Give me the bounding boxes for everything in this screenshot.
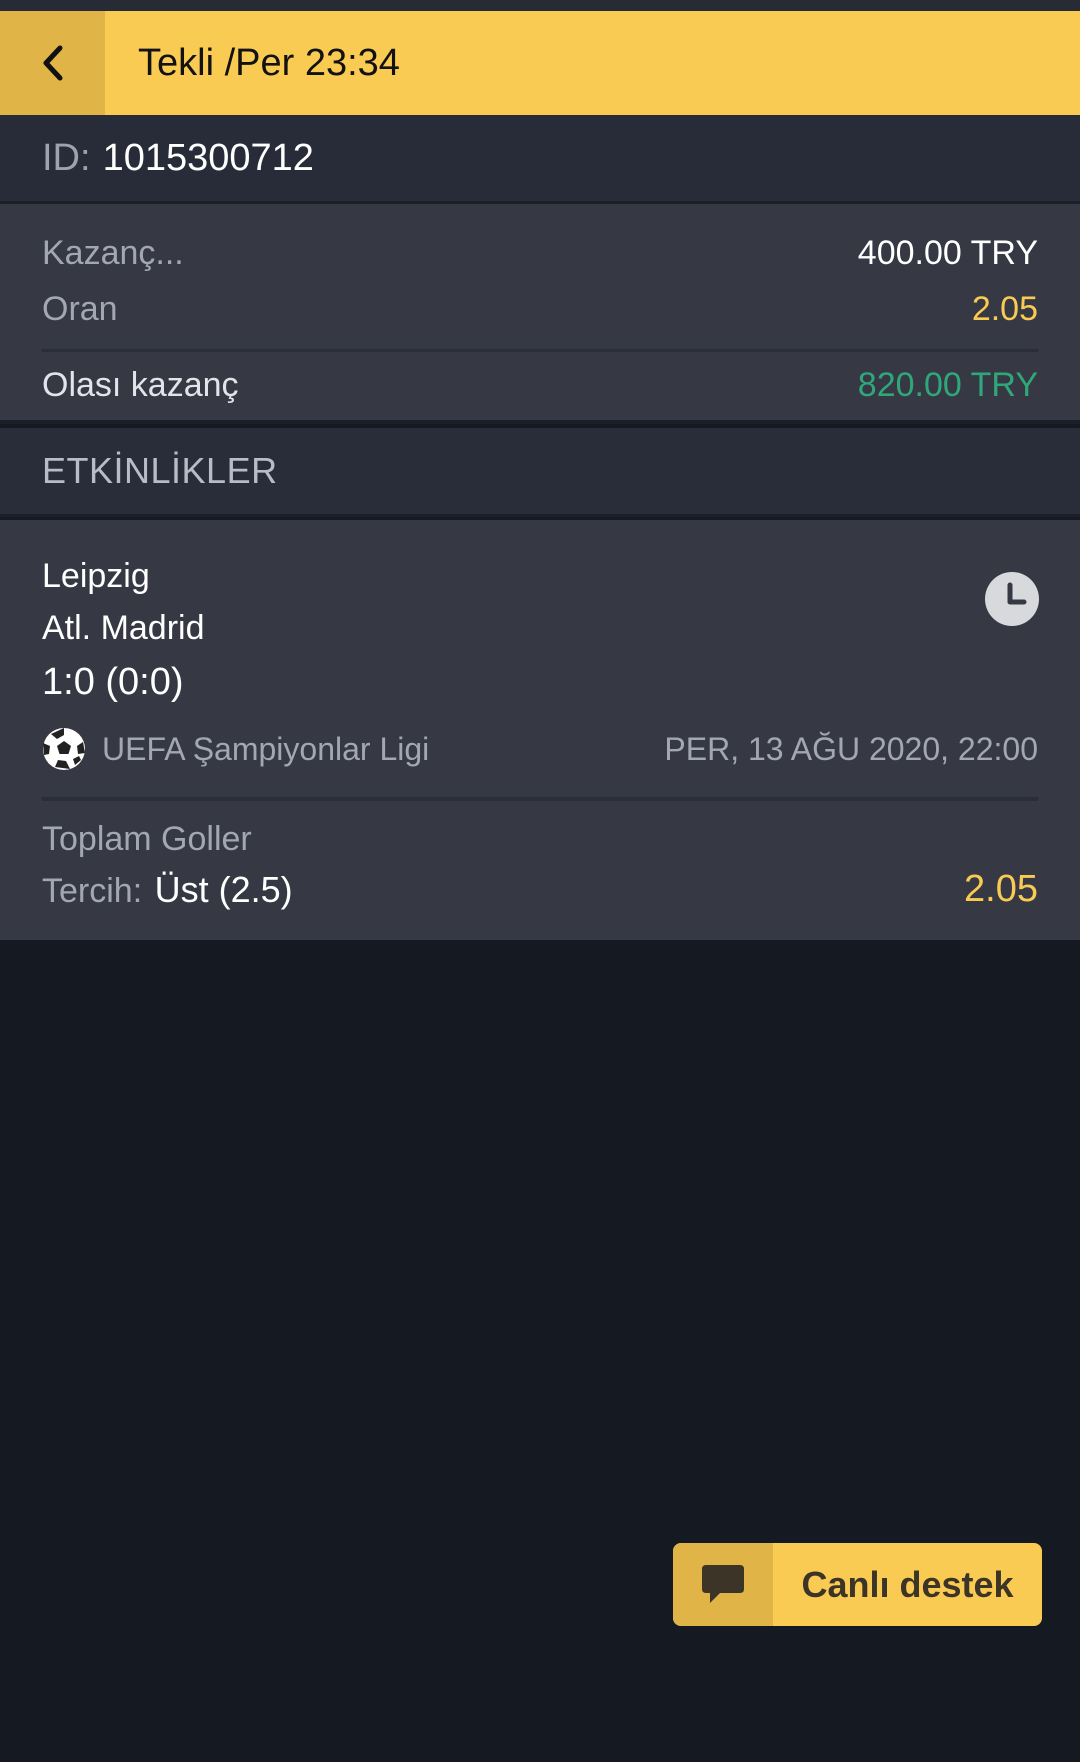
stake-label: Kazanç... [42, 234, 184, 272]
league-name: UEFA Şampiyonlar Ligi [102, 730, 430, 767]
header-bar: Tekli /Per 23:34 [0, 11, 1080, 115]
selection-value: Üst (2.5) [154, 868, 293, 910]
odds-value: 2.05 [971, 290, 1038, 328]
potential-win-row: Olası kazanç 820.00 TRY [42, 366, 1038, 405]
stake-row: Kazanç... 400.00 TRY [42, 234, 1038, 273]
selection-row: Tercih: Üst (2.5) 2.05 [42, 868, 1038, 911]
odds-row: Oran 2.05 [42, 290, 1038, 329]
odds-label: Oran [42, 290, 118, 328]
match-score: 1:0 (0:0) [42, 661, 184, 703]
status-strip [0, 0, 1080, 11]
events-section-title: ETKİNLİKLER [0, 428, 1080, 517]
page-title: Tekli /Per 23:34 [138, 41, 400, 84]
potential-win-label: Olası kazanç [42, 366, 239, 404]
selection-label: Tercih: [42, 871, 143, 910]
support-icon-box [673, 1543, 773, 1626]
divider [42, 349, 1038, 352]
ticket-id-bar: ID: 1015300712 [0, 115, 1080, 204]
home-team: Leipzig [42, 557, 150, 595]
back-button[interactable] [0, 11, 105, 115]
market-name: Toplam Goller [42, 820, 252, 858]
bet-summary: Kazanç... 400.00 TRY Oran 2.05 Olası kaz… [0, 204, 1080, 424]
ticket-id-label: ID: [42, 136, 91, 179]
event-date: PER, 13 AĞU 2020, 22:00 [664, 730, 1038, 767]
league-row: UEFA Şampiyonlar Ligi PER, 13 AĞU 2020, … [42, 727, 1038, 771]
selection-odds: 2.05 [964, 868, 1038, 910]
chevron-left-icon [43, 45, 62, 81]
live-support-label: Canlı destek [801, 1563, 1014, 1605]
away-team: Atl. Madrid [42, 609, 205, 647]
soccer-ball-icon [43, 728, 85, 770]
chat-bubble-icon [702, 1564, 744, 1603]
divider [42, 797, 1038, 801]
potential-win-value: 820.00 TRY [857, 366, 1038, 404]
event-card[interactable]: Leipzig Atl. Madrid 1:0 (0:0) UEFA Şampi… [0, 520, 1080, 940]
live-support-button[interactable]: Canlı destek [673, 1543, 1042, 1626]
ticket-id-value: 1015300712 [102, 136, 314, 179]
stake-value: 400.00 TRY [857, 234, 1038, 272]
clock-icon [985, 572, 1039, 626]
